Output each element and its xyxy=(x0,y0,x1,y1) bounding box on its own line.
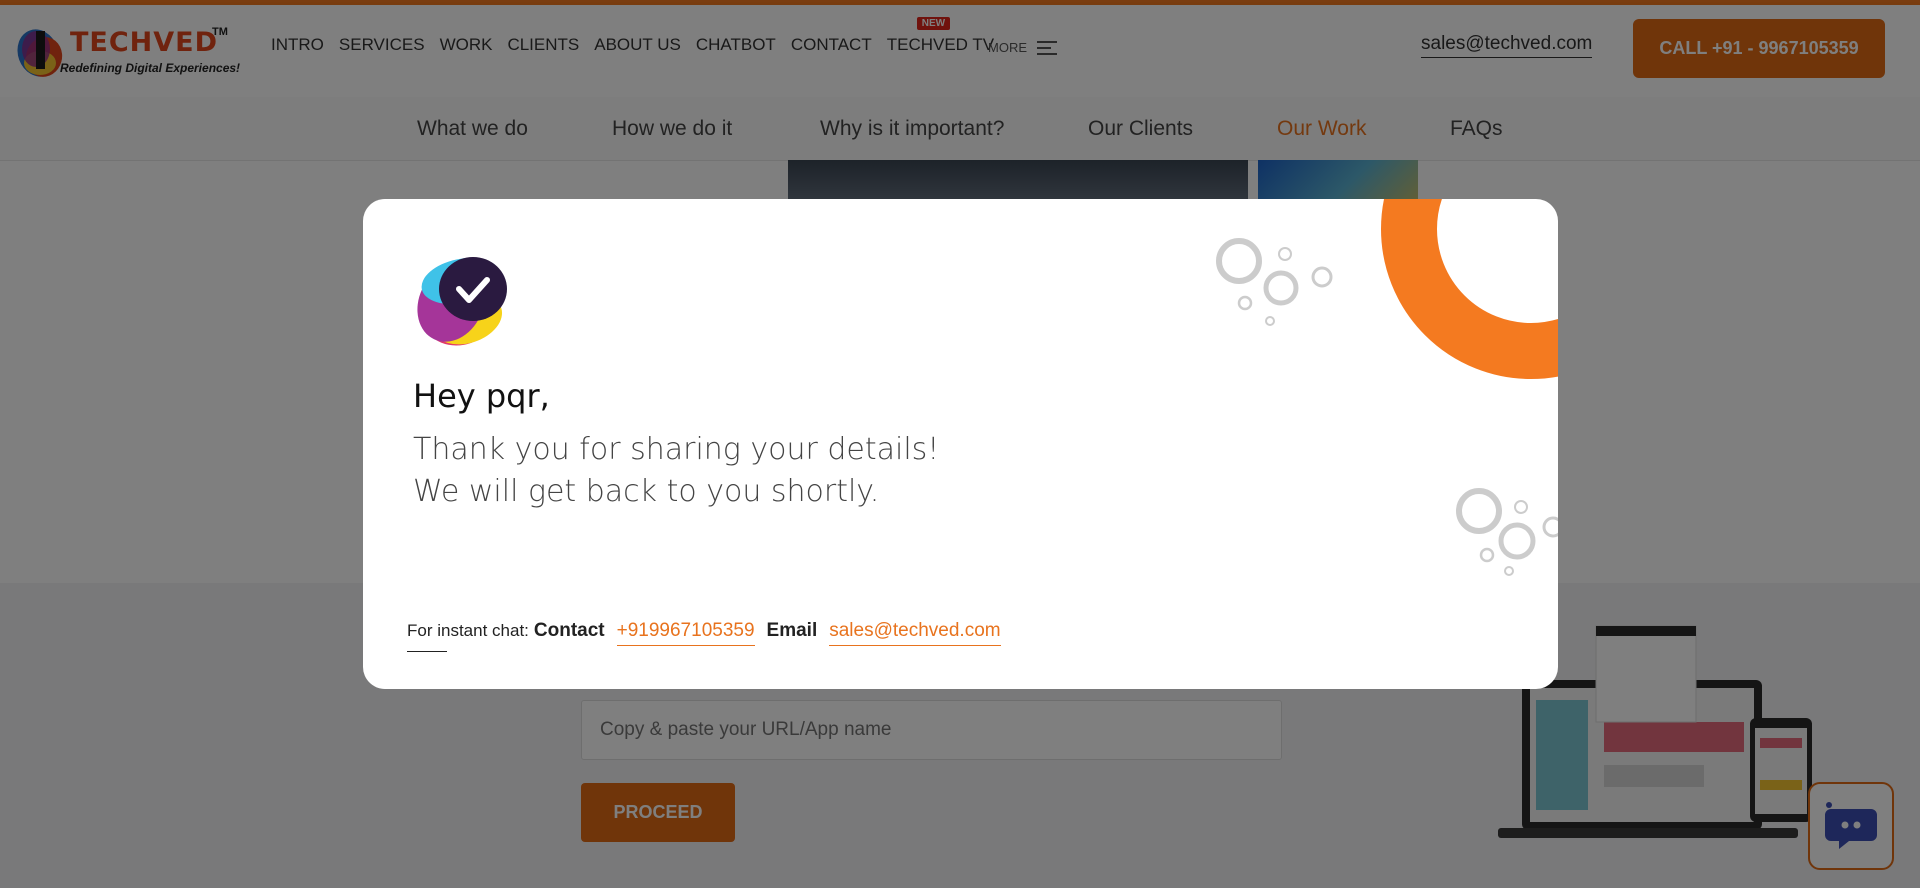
instant-chat-contact-row: For instant chat: Contact +919967105359 … xyxy=(407,620,1013,652)
email-label: Email xyxy=(766,620,818,641)
email-link[interactable]: sales@techved.com xyxy=(829,620,1001,646)
thank-you-modal: Hey pqr, Thank you for sharing your deta… xyxy=(363,199,1558,689)
modal-thanks-line-1: Thank you for sharing your details! xyxy=(413,432,940,467)
phone-link[interactable]: +919967105359 xyxy=(616,620,755,646)
decorative-bubbles-icon xyxy=(1216,238,1333,326)
instant-chat-label: For instant chat: xyxy=(407,621,529,652)
modal-greeting: Hey pqr, xyxy=(413,377,550,415)
decorative-orange-arc xyxy=(1381,199,1558,379)
success-check-icon xyxy=(417,257,507,346)
modal-thanks-line-2: We will get back to you shortly. xyxy=(413,474,880,509)
contact-label: Contact xyxy=(533,620,605,641)
decorative-bubbles-icon-2 xyxy=(1456,488,1558,576)
